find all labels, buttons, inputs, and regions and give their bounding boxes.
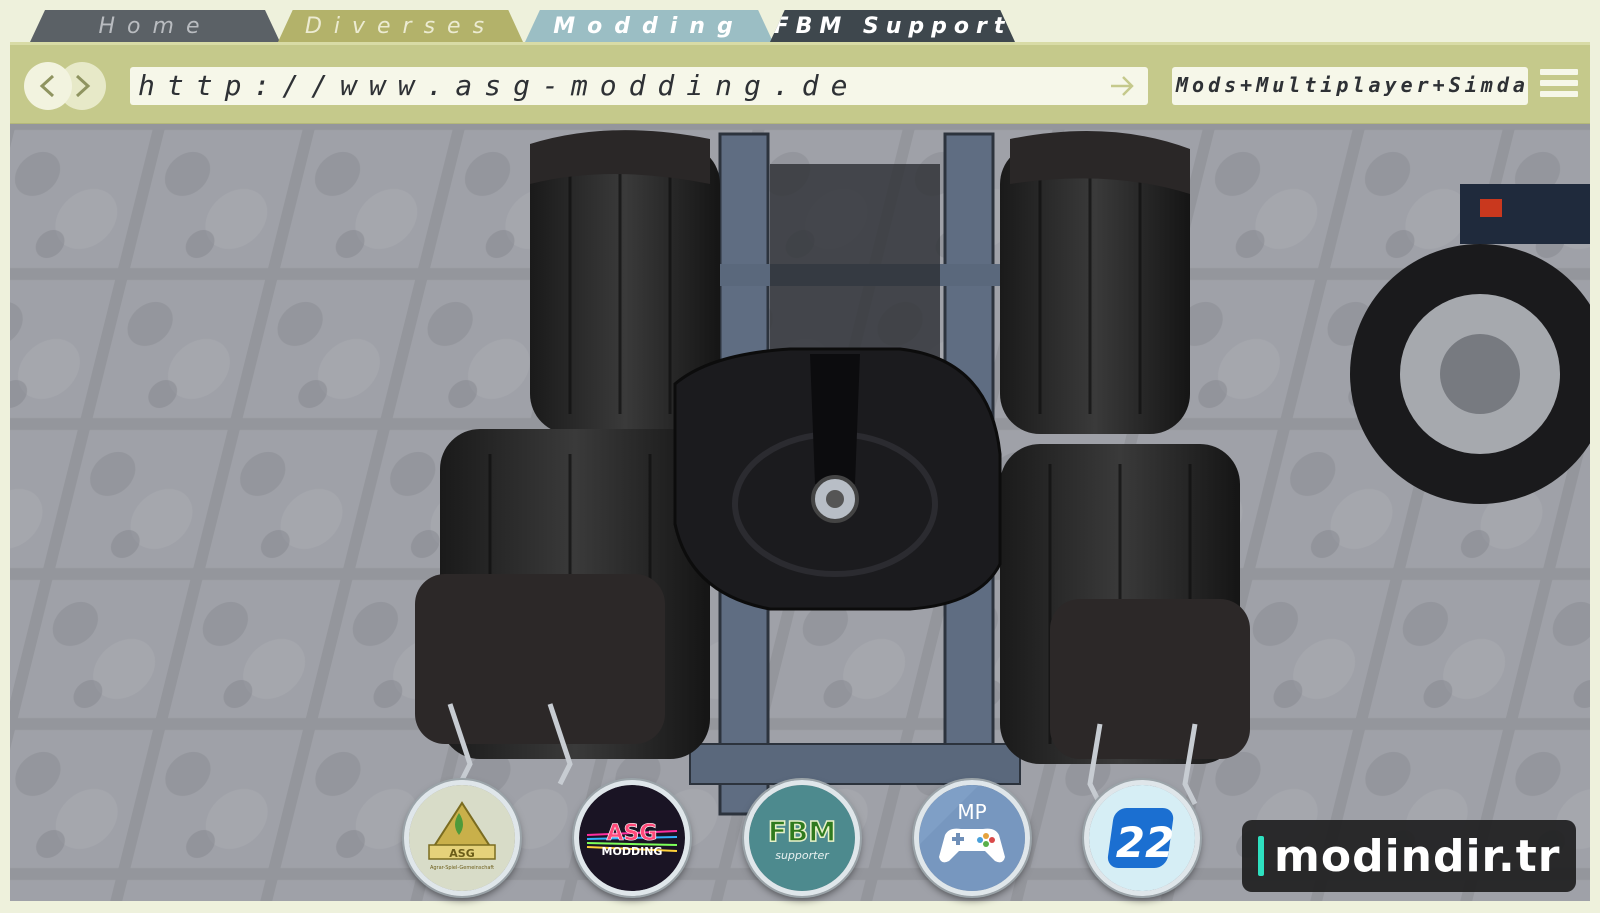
asg-logo-icon: ASG Agrar-Spiel-Gemeinschaft <box>409 785 515 891</box>
tab-home[interactable]: Home <box>30 10 280 42</box>
arrow-right-icon[interactable] <box>1108 73 1136 99</box>
tab-modding-label: Modding <box>553 13 745 39</box>
fbm-logo-subtitle: supporter <box>775 849 830 862</box>
asg-logo-text: ASG <box>449 847 474 860</box>
address-text: http://www.asg-modding.de <box>138 69 860 102</box>
fs22-badge[interactable]: 22 <box>1084 780 1200 896</box>
chevron-left-icon <box>39 74 55 98</box>
fbm-logo-text: FBM <box>768 815 836 848</box>
asg-logo-badge[interactable]: ASG Agrar-Spiel-Gemeinschaft <box>404 780 520 896</box>
asg-logo-subtitle: Agrar-Spiel-Gemeinschaft <box>430 865 494 871</box>
address-bar[interactable]: http://www.asg-modding.de <box>130 67 1148 105</box>
asg-modding-icon: ASG MODDING <box>579 785 685 891</box>
tab-diverses[interactable]: Diverses <box>278 10 523 42</box>
fs22-text: 22 <box>1116 818 1174 867</box>
multiplayer-badge[interactable]: MP <box>914 780 1030 896</box>
search-text: Mods+Multiplayer+Simdash <box>1176 73 1528 97</box>
gamepad-icon: MP <box>919 785 1025 891</box>
asg-modding-subtitle: MODDING <box>602 845 663 858</box>
watermark: modindir.tr <box>1242 820 1576 892</box>
tab-diverses-label: Diverses <box>304 13 497 39</box>
tab-modding[interactable]: Modding <box>525 10 773 42</box>
chevron-right-icon <box>75 74 91 98</box>
browser-toolbar: http://www.asg-modding.de Mods+Multiplay… <box>10 42 1590 127</box>
back-button[interactable] <box>24 62 72 110</box>
nav-buttons <box>24 59 110 113</box>
asg-modding-badge[interactable]: ASG MODDING <box>574 780 690 896</box>
mp-text: MP <box>957 800 986 824</box>
fs22-logo-icon: 22 <box>1089 785 1195 891</box>
watermark-accent-bar <box>1258 836 1264 876</box>
tab-fbm-support[interactable]: FBM Support <box>770 10 1015 42</box>
fbm-logo-icon: FBM supporter <box>749 785 855 891</box>
tab-home-label: Home <box>98 13 212 39</box>
fbm-supporter-badge[interactable]: FBM supporter <box>744 780 860 896</box>
watermark-text: modindir.tr <box>1274 830 1561 882</box>
asg-modding-text: ASG <box>607 821 658 846</box>
hamburger-menu-icon[interactable] <box>1540 69 1578 103</box>
tab-fbm-support-label: FBM Support <box>773 13 1012 39</box>
search-field[interactable]: Mods+Multiplayer+Simdash <box>1172 67 1528 105</box>
